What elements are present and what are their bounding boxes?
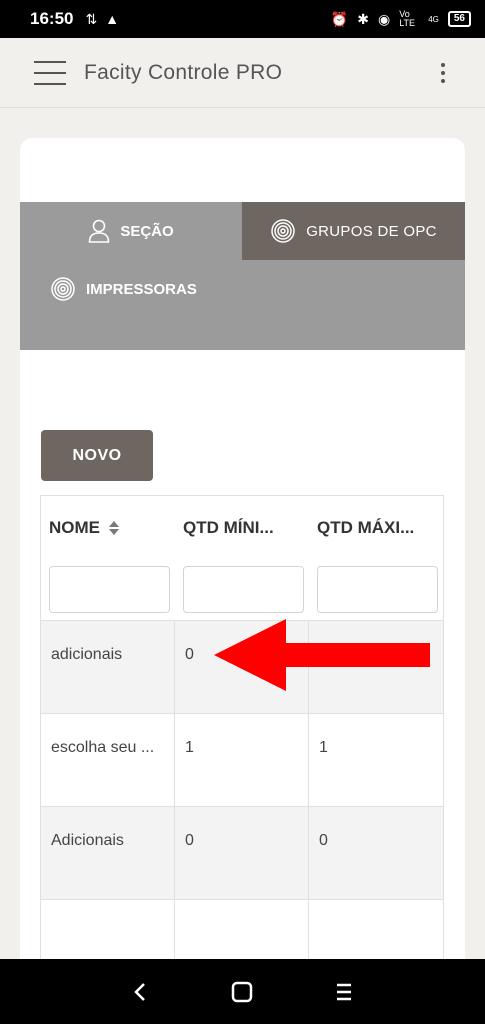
home-icon[interactable] [222, 972, 262, 1012]
content-card: SEÇÃO GRUPOS DE OPC IMPRESSORAS NOVO NOM… [20, 138, 465, 1024]
status-time: 16:50 [30, 9, 74, 28]
table-row[interactable]: escolha seu ... 1 1 [41, 714, 443, 807]
wifi-icon: ◉ [377, 10, 391, 27]
table-cell: adicionais [41, 621, 175, 713]
filter-input[interactable] [183, 566, 304, 613]
table-cell: 1 [319, 739, 328, 756]
data-table: NOME QTD MÍNI... QTD MÁXI... adicionais … [40, 495, 444, 1021]
novo-button[interactable]: NOVO [41, 430, 153, 481]
column-nome: NOME [41, 496, 175, 620]
column-header[interactable]: QTD MÁXI... [317, 518, 414, 538]
user-icon [89, 219, 110, 243]
bluetooth-icon: ✱ [357, 10, 369, 27]
column-header[interactable]: NOME [49, 518, 120, 538]
table-cell: 0 [319, 832, 328, 849]
status-right: ⏰ ✱ ◉ Vo LTE 4G 56 [331, 10, 471, 28]
table-cell: escolha seu ... [41, 714, 175, 806]
tab-secao[interactable]: SEÇÃO [20, 202, 242, 260]
tab-grupos-label: GRUPOS DE OPC [306, 222, 437, 240]
signal-label: 4G [428, 14, 439, 24]
table-row[interactable]: Adicionais 0 0 [41, 807, 443, 900]
column-qtd-maxima: QTD MÁXI... [309, 496, 443, 620]
red-arrow-annotation [214, 619, 430, 691]
fingerprint-icon [51, 277, 75, 301]
app-title: Facity Controle PRO [84, 60, 283, 84]
table-cell: Adicionais [41, 807, 175, 899]
status-notification-icons: ⇅ ▲ [85, 11, 119, 28]
back-icon[interactable] [121, 972, 161, 1012]
table-cell: 1 [175, 714, 309, 806]
table-header: NOME QTD MÍNI... QTD MÁXI... [41, 496, 443, 621]
recent-apps-icon[interactable] [324, 972, 364, 1012]
tab-secao-label: SEÇÃO [120, 222, 174, 240]
app-header: Facity Controle PRO [0, 38, 485, 108]
filter-input[interactable] [317, 566, 438, 613]
tab-impressoras[interactable]: IMPRESSORAS [20, 260, 242, 318]
sync-icon: ⇅ [85, 10, 98, 27]
table-cell: 0 [175, 807, 309, 899]
status-bar: 16:50 ⇅ ▲ ⏰ ✱ ◉ Vo LTE 4G 56 [0, 0, 485, 38]
tab-impressoras-label: IMPRESSORAS [86, 280, 197, 298]
sort-icon[interactable] [108, 520, 120, 536]
more-options-icon[interactable] [441, 62, 445, 83]
menu-icon[interactable] [34, 60, 66, 85]
alarm-icon: ⏰ [330, 10, 349, 27]
battery-icon: 56 [447, 11, 471, 27]
column-header[interactable]: QTD MÍNI... [183, 518, 274, 538]
column-qtd-minima: QTD MÍNI... [175, 496, 309, 620]
app-notification-icon: ▲ [105, 10, 120, 27]
android-nav-bar [0, 959, 485, 1024]
fingerprint-icon [271, 219, 295, 243]
network-label: Vo LTE [399, 9, 416, 28]
filter-input[interactable] [49, 566, 170, 613]
tab-grupos-de-opc[interactable]: GRUPOS DE OPC [242, 202, 465, 260]
tab-bar: SEÇÃO GRUPOS DE OPC IMPRESSORAS [20, 202, 465, 350]
